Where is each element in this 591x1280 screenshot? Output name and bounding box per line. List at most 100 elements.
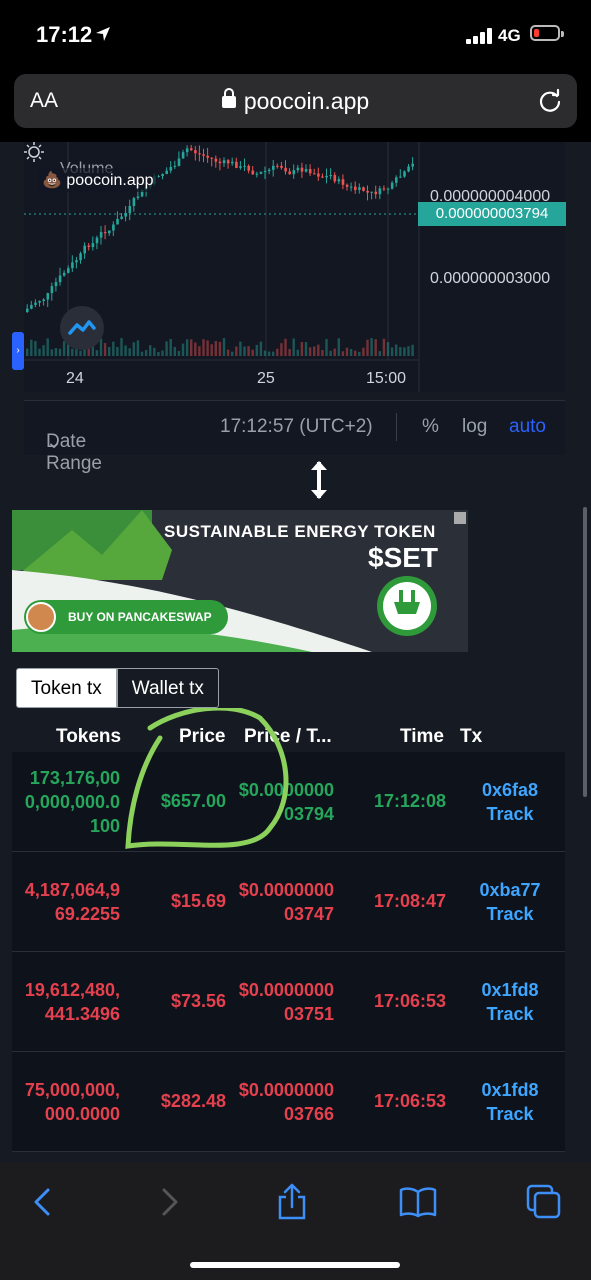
candle [71,262,74,269]
ad-banner[interactable]: SUSTAINABLE ENERGY TOKEN $SET BUY ON PAN… [12,510,468,652]
volume-bar [181,343,185,356]
candle [50,286,54,294]
network-type: 4G [498,26,521,45]
volume-bar [26,348,29,356]
banner-cta[interactable]: BUY ON PANCAKESWAP [24,600,228,634]
log-scale-button[interactable]: log [462,416,487,438]
tab-wallet-tx[interactable]: Wallet tx [116,668,219,708]
volume-bar [140,351,144,356]
candle [198,153,201,155]
track-link[interactable]: Track [486,1102,533,1126]
tx-hash-link[interactable]: 0xba77 [479,878,540,902]
volume-bar [300,342,304,356]
bookmarks-icon[interactable] [398,1182,438,1222]
volume-bar [173,346,176,356]
candle [247,165,250,171]
volume-bar [190,339,193,356]
candle [46,293,50,300]
candle [54,282,58,287]
side-panel-toggle[interactable]: › [12,332,24,370]
chart-range-bar: Date Range ⌄ 17:12:57 (UTC+2) % log auto [24,400,565,474]
cell-tokens: 4,187,064,969.2255 [24,879,120,924]
track-link[interactable]: Track [486,1002,533,1026]
page-scrollbar[interactable] [583,507,587,797]
volume-bar [251,349,254,356]
back-icon[interactable] [22,1182,62,1222]
candle [345,184,349,187]
volume-bar [177,351,181,356]
volume-bar [120,338,123,356]
banner-headline: SUSTAINABLE ENERGY TOKEN [164,522,436,541]
volume-bar [124,345,127,356]
cell-tx: 0xba77 Track [458,852,562,951]
tabs-icon[interactable] [524,1182,564,1222]
candle [362,187,365,191]
volume-bar [255,344,258,356]
resize-handle-icon[interactable] [307,458,331,502]
volume-bar [202,339,205,356]
tradingview-logo-icon[interactable] [60,306,104,350]
candle [103,232,107,234]
volume-bar [333,348,336,356]
candle [251,170,255,175]
candle [378,188,382,195]
candle [399,176,402,178]
volume-bar [366,339,369,356]
volume-bar [313,346,316,356]
tab-token-tx[interactable]: Token tx [16,668,117,708]
candle [304,169,308,172]
candle [411,163,414,167]
volume-bar [378,351,381,356]
location-arrow-icon [96,27,110,41]
candle [390,182,394,189]
candle [222,160,226,164]
banner-ticker: $SET [368,542,439,573]
volume-bar [231,351,234,356]
volume-bar [54,348,58,356]
candle [255,173,259,175]
volume-bar [407,346,410,356]
candle [407,166,410,172]
candle [272,165,275,170]
tx-hash-link[interactable]: 0x1fd8 [481,1078,538,1102]
percent-scale-button[interactable]: % [422,416,439,438]
candle [382,188,386,190]
chart-watermark: 💩 poocoin.app [38,168,158,192]
candle [386,188,390,190]
x-tick: 24 [66,370,84,387]
volume-bar [403,347,406,356]
volume-bar [149,345,152,356]
volume-bar [198,346,201,356]
auto-scale-button[interactable]: auto [509,416,546,438]
url-field[interactable]: poocoin.app [14,88,577,115]
table-row: 173,176,000,000,000.0100 $657.00 $0.0000… [12,752,565,852]
cell-tokens: 173,176,000,000,000.0100 [24,767,120,836]
candle [374,191,378,195]
candle [206,155,209,158]
cell-time: 17:08:47 [373,891,446,911]
price-chart[interactable]: Volume 💩 poocoin.app 0.000000004000 0.00… [24,142,565,392]
tx-hash-link[interactable]: 0x1fd8 [481,978,538,1002]
col-tokens: Tokens [56,726,122,747]
volume-bar [288,349,291,356]
volume-bar [321,350,324,356]
cell-price: $282.48 [160,1091,226,1111]
volume-bar [153,347,156,356]
candle [62,272,66,276]
cell-time: 17:12:08 [373,791,446,811]
candle [292,170,296,175]
address-bar[interactable]: AA poocoin.app [14,74,577,128]
candle [235,161,238,168]
reload-icon[interactable] [537,88,563,114]
forward-icon[interactable] [150,1182,190,1222]
tx-hash-link[interactable]: 0x6fa8 [482,778,538,802]
table-row: 4,187,064,969.2255 $15.69 $0.00000000374… [12,852,565,952]
volume-bar [292,338,295,356]
signal-icon [466,28,494,44]
track-link[interactable]: Track [486,802,533,826]
volume-bar [362,347,365,356]
theme-toggle-icon[interactable] [24,142,44,162]
share-icon[interactable] [272,1182,312,1222]
cell-price-per-token: $0.000000003751 [238,979,334,1024]
track-link[interactable]: Track [486,902,533,926]
